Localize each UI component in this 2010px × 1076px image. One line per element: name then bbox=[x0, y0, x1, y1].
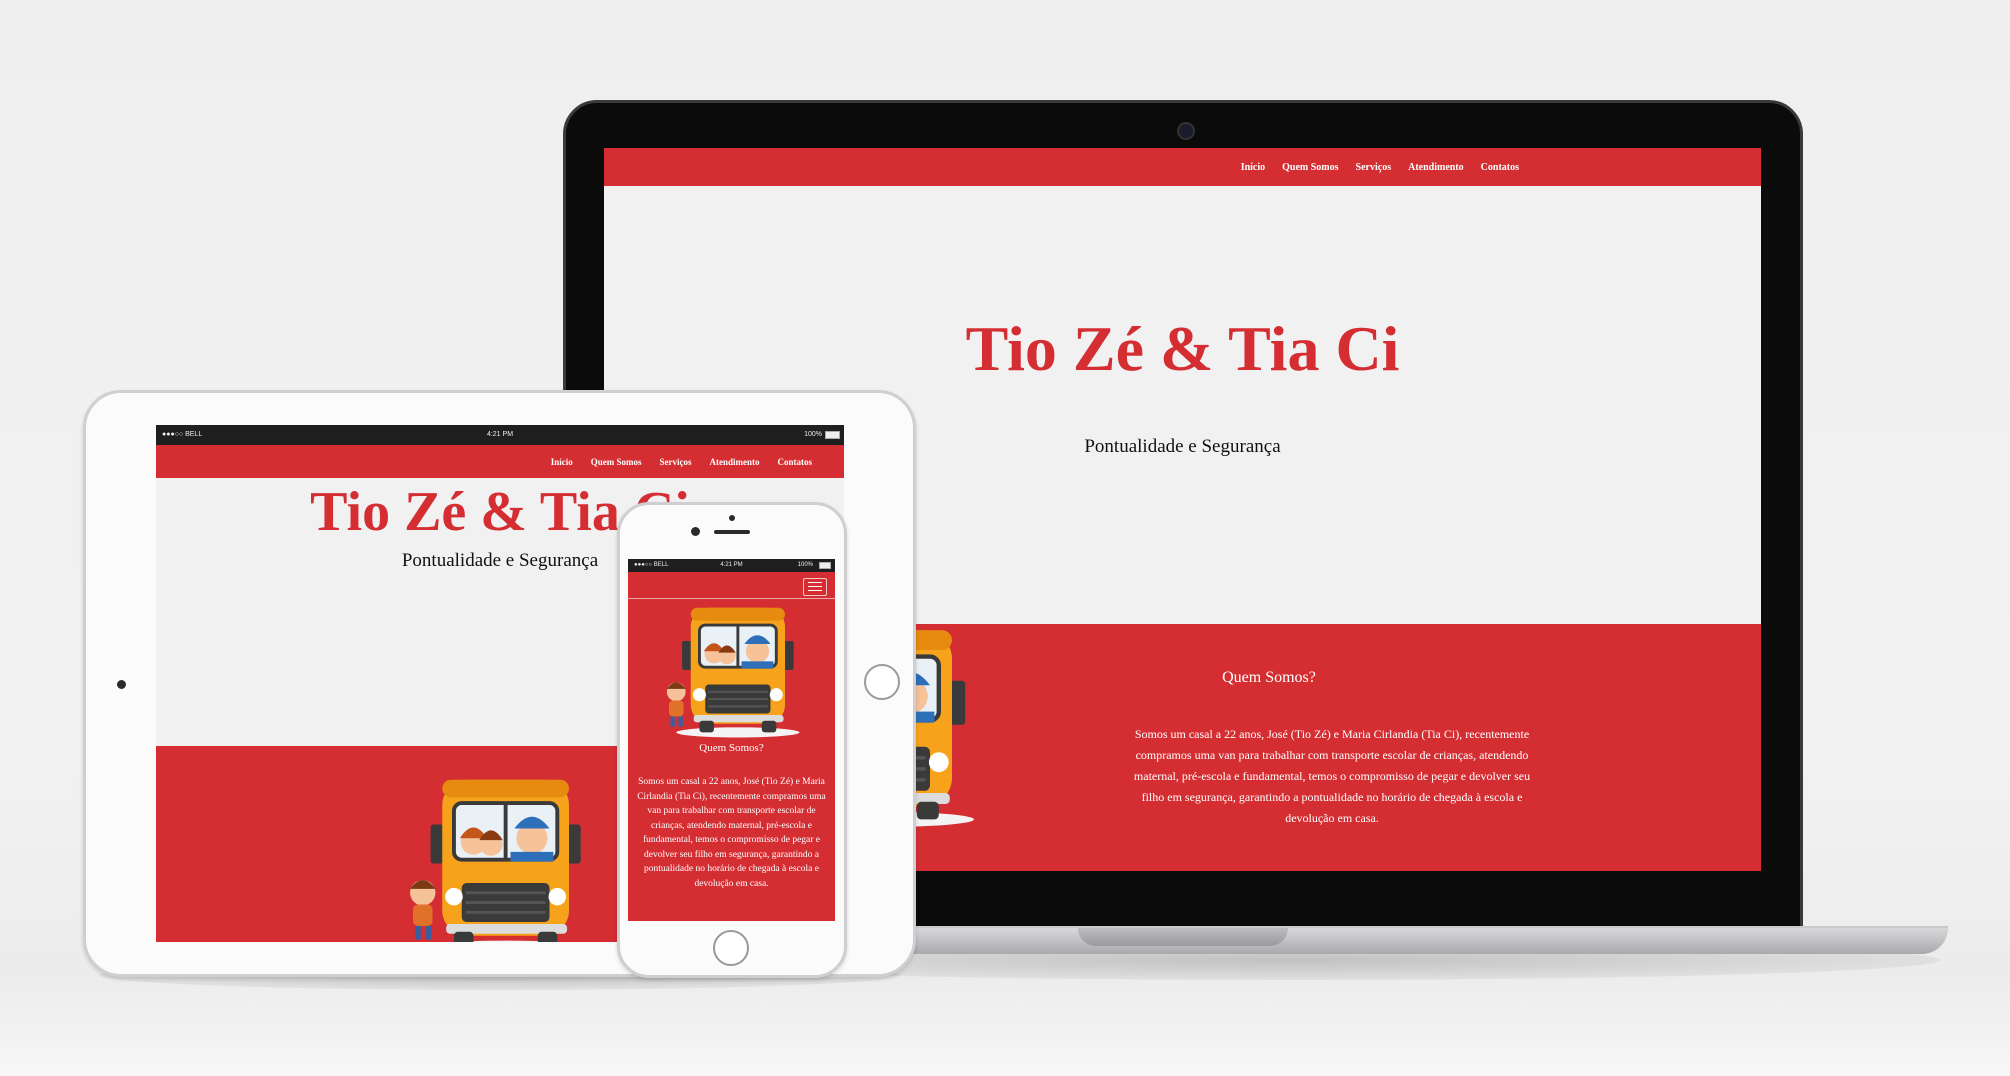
laptop-notch bbox=[1078, 928, 1288, 946]
site-title: Tio Zé & Tia Ci bbox=[965, 313, 1400, 384]
phone-front-sensor bbox=[729, 515, 735, 521]
nav-link-servicos[interactable]: Serviços bbox=[1356, 162, 1392, 173]
nav-link-atendimento[interactable]: Atendimento bbox=[709, 457, 759, 467]
hamburger-menu-icon[interactable] bbox=[803, 578, 827, 596]
about-text: Somos um casal a 22 anos, José (Tio Zé) … bbox=[637, 777, 826, 889]
school-bus-illustration bbox=[391, 768, 591, 942]
tablet-home-button[interactable] bbox=[864, 664, 900, 700]
about-text: Somos um casal a 22 anos, José (Tio Zé) … bbox=[1133, 727, 1531, 825]
nav-link-quem-somos[interactable]: Quem Somos bbox=[591, 457, 642, 467]
tablet-status-bar: ●●●○○ BELL 4:21 PM 100% bbox=[156, 425, 844, 445]
site-navbar: Início Quem Somos Serviços Atendimento C… bbox=[156, 445, 844, 478]
battery-icon bbox=[819, 562, 831, 569]
laptop-camera bbox=[1177, 122, 1195, 140]
battery-label: 100% bbox=[797, 562, 813, 568]
battery-label: 100% bbox=[804, 431, 822, 438]
mobile-navbar bbox=[628, 572, 835, 599]
battery-icon bbox=[825, 431, 840, 439]
about-title: Quem Somos? bbox=[699, 742, 764, 754]
nav-link-inicio[interactable]: Início bbox=[1241, 162, 1265, 173]
status-time: 4:21 PM bbox=[486, 431, 514, 438]
nav-link-quem-somos[interactable]: Quem Somos bbox=[1282, 162, 1338, 173]
phone-home-button[interactable] bbox=[713, 930, 749, 966]
nav-link-contatos[interactable]: Contatos bbox=[777, 457, 812, 467]
about-title: Quem Somos? bbox=[1222, 669, 1316, 686]
nav-link-contatos[interactable]: Contatos bbox=[1481, 162, 1519, 173]
nav-link-servicos[interactable]: Serviços bbox=[659, 457, 691, 467]
school-bus-illustration bbox=[642, 599, 812, 744]
site-navbar: Início Quem Somos Serviços Atendimento C… bbox=[604, 148, 1761, 186]
phone-screen: ●●●○○ BELL 4:21 PM 100% Quem Somos? Somo… bbox=[628, 559, 835, 921]
floor-background bbox=[0, 975, 2010, 1076]
phone-status-bar: ●●●○○ BELL 4:21 PM 100% bbox=[628, 559, 835, 572]
phone-camera bbox=[691, 527, 700, 536]
phone-speaker bbox=[714, 530, 750, 534]
tablet-camera bbox=[117, 680, 126, 689]
nav-link-atendimento[interactable]: Atendimento bbox=[1408, 162, 1464, 173]
nav-link-inicio[interactable]: Início bbox=[551, 457, 573, 467]
